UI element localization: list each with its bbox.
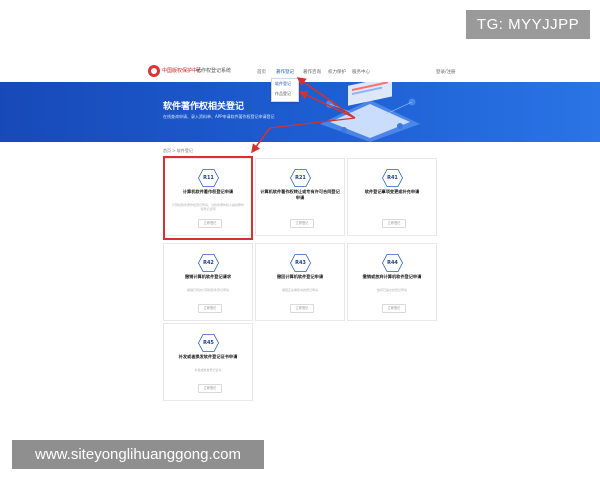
register-button[interactable]: 立即登记 [290, 304, 314, 313]
register-button[interactable]: 立即登记 [290, 219, 314, 228]
tg-watermark: TG: MYYJJPP [466, 10, 590, 39]
card-r21[interactable]: R21 计算机软件著作权转让或专有许可合同登记申请 立即登记 [255, 158, 345, 236]
hexagon-badge-icon: R42 [198, 254, 219, 272]
card-description: 补发或换发登记证书 [194, 368, 222, 372]
logo-subtitle: 著作权登记系统 [196, 68, 232, 74]
hero-banner: 软件著作权相关登记 在线查询申请、录入资料单、APP申请软件著作权登记申请登记 [0, 82, 600, 142]
card-r43[interactable]: R43 撤回计算机软件登记申请 撤回正在审核中的登记申请 立即登记 [255, 243, 345, 321]
card-title: 计算机软件著作权转让或专有许可合同登记申请 [260, 189, 340, 200]
nav-protection[interactable]: 权力保护 [328, 69, 346, 75]
card-code: R44 [387, 260, 398, 266]
card-code: R43 [295, 260, 306, 266]
card-r41[interactable]: R41 软件登记事项变更或补充申请 立即登记 [347, 158, 437, 236]
hexagon-badge-icon: R44 [382, 254, 403, 272]
card-code: R45 [203, 340, 214, 346]
card-description [264, 203, 336, 211]
hero-title: 软件著作权相关登记 [163, 102, 245, 112]
registration-dropdown[interactable]: 软件登记 作品登记 [271, 78, 299, 102]
highlight-box [163, 156, 253, 240]
isometric-illustration-icon [320, 82, 420, 142]
register-button[interactable]: 立即登记 [198, 304, 222, 313]
card-code: R42 [203, 260, 214, 266]
card-description [356, 203, 428, 211]
hexagon-badge-icon: R21 [290, 169, 311, 187]
nav-registration[interactable]: 著作登记 [276, 69, 294, 75]
hexagon-badge-icon: R45 [198, 334, 219, 352]
card-title: 软件登记事项变更或补充申请 [364, 189, 420, 194]
card-code: R41 [387, 175, 398, 181]
hexagon-badge-icon: R41 [382, 169, 403, 187]
card-code: R21 [295, 175, 306, 181]
card-r42[interactable]: R42 撤销计算机软件登记请求 撤销已有的计算机软件登记申请 立即登记 [163, 243, 253, 321]
nav-consult[interactable]: 著作咨询 [303, 69, 321, 75]
card-title: 撤回计算机软件登记申请 [276, 274, 324, 279]
hexagon-badge-icon: R43 [290, 254, 311, 272]
card-title: 撤销或放弃计算机软件登记申请 [362, 274, 422, 279]
site-header [0, 62, 600, 82]
register-button[interactable]: 立即登记 [382, 304, 406, 313]
site-watermark: www.siteyonglihuanggong.com [12, 440, 264, 469]
card-description: 撤销已有的计算机软件登记申请 [186, 288, 229, 292]
nav-service[interactable]: 服务中心 [352, 69, 370, 75]
nav-home[interactable]: 首页 [257, 69, 266, 75]
card-description: 放弃已提交的登记申请 [376, 288, 407, 292]
card-title: 撤销计算机软件登记请求 [184, 274, 232, 279]
site-logo-icon[interactable] [148, 65, 160, 77]
login-link[interactable]: 登录/注册 [436, 69, 456, 75]
card-r44[interactable]: R44 撤销或放弃计算机软件登记申请 放弃已提交的登记申请 立即登记 [347, 243, 437, 321]
card-title: 补发或者换发软件登记证书申请 [178, 354, 238, 359]
register-button[interactable]: 立即登记 [382, 219, 406, 228]
hero-subtitle: 在线查询申请、录入资料单、APP申请软件著作权登记申请登记 [163, 114, 275, 119]
card-r45[interactable]: R45 补发或者换发软件登记证书申请 补发或换发登记证书 立即登记 [163, 323, 253, 401]
register-button[interactable]: 立即登记 [198, 384, 222, 393]
dropdown-item-works[interactable]: 作品登记 [272, 89, 298, 99]
breadcrumb: 首页 > 软件登记 [163, 148, 193, 153]
card-description: 撤回正在审核中的登记申请 [281, 288, 318, 292]
dropdown-item-software[interactable]: 软件登记 [272, 79, 298, 89]
